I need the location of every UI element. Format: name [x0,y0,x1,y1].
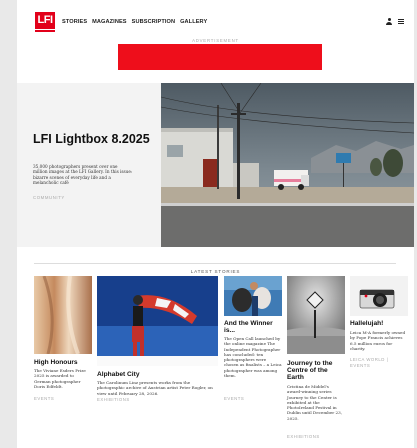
story-card[interactable]: Journey to the Centre of the Earth Crist… [287,276,345,448]
user-icon[interactable] [386,18,392,25]
lfi-logo[interactable]: LFI [35,12,55,29]
story-title[interactable]: Hallelujah! [350,320,408,327]
hero-description: 35,000 photographers present over one mi… [33,164,133,186]
story-title[interactable]: High Honours [34,359,92,366]
story-thumbnail[interactable] [224,276,282,316]
advertisement-label: ADVERTISEMENT [192,38,239,43]
advertisement-banner[interactable] [118,44,322,70]
header-icons [386,18,404,25]
hero-feature[interactable]: LFI Lightbox 8.2025 35,000 photographers… [17,83,414,247]
hero-image[interactable] [161,83,414,247]
story-description: The Viviane Esders Prize 2025 is awarded… [34,368,86,389]
story-title[interactable]: And the Winner is... [224,320,282,334]
story-category[interactable]: EVENTS [224,396,244,401]
hero-category[interactable]: COMMUNITY [33,195,65,200]
site-header: LFI STORIES MAGAZINES SUBSCRIPTION GALLE… [17,0,414,34]
story-description: Cristina de Middel's award-winning serie… [287,384,343,421]
hamburger-menu-icon[interactable] [398,18,404,24]
story-thumbnail[interactable] [97,276,218,366]
nav-gallery[interactable]: GALLERY [180,19,207,25]
story-category[interactable]: LEICA WORLD | EVENTS [350,357,408,368]
nav-stories[interactable]: STORIES [62,19,87,25]
story-thumbnail[interactable] [34,276,92,354]
story-title[interactable]: Alphabet City [97,371,218,378]
hero-title[interactable]: LFI Lightbox 8.2025 [33,133,153,146]
story-thumbnail[interactable] [287,276,345,354]
story-card[interactable]: Alphabet City The Carolinum Linz present… [97,276,218,416]
story-thumbnail[interactable] [350,276,408,316]
story-description: Leica M-A formerly owned by Pope Francis… [350,330,406,351]
story-category[interactable]: EVENTS [34,396,54,401]
story-card[interactable]: High Honours The Viviane Esders Prize 20… [34,276,92,416]
story-title[interactable]: Journey to the Centre of the Earth [287,360,345,382]
story-description: The Open Call launched by the online mag… [224,336,282,379]
story-card[interactable]: And the Winner is... The Open Call launc… [224,276,282,426]
main-nav: STORIES MAGAZINES SUBSCRIPTION GALLERY [62,19,207,25]
story-category[interactable]: EXHIBITIONS [287,434,320,439]
nav-subscription[interactable]: SUBSCRIPTION [132,19,175,25]
story-category[interactable]: EXHIBITIONS [97,397,130,402]
nav-magazines[interactable]: MAGAZINES [92,19,126,25]
logo-underline [35,30,55,32]
story-card[interactable]: Hallelujah! Leica M-A formerly owned by … [350,276,408,416]
page: LFI STORIES MAGAZINES SUBSCRIPTION GALLE… [17,0,414,448]
story-description: The Carolinum Linz presents works from t… [97,380,213,396]
